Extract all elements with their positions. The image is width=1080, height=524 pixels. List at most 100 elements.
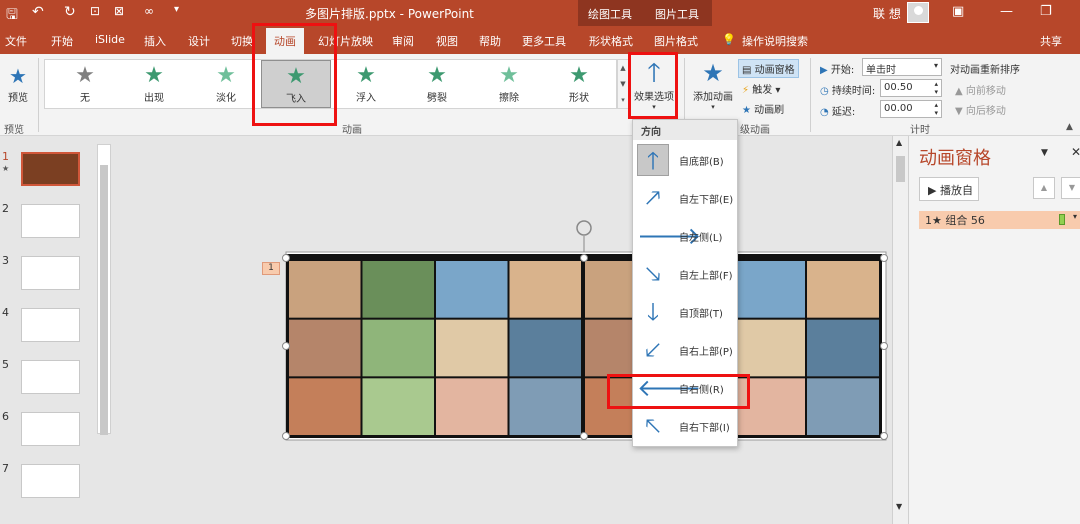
tab-shape-format[interactable]: 形状格式 — [589, 33, 633, 49]
chart-icon[interactable]: ⊠ — [114, 4, 124, 18]
close-icon[interactable]: ✕ — [1071, 145, 1080, 159]
customize-toolbar-icon[interactable]: ▾ — [174, 4, 179, 15]
add-animation-label: 添加动画 — [693, 92, 733, 103]
tab-more-tools[interactable]: 更多工具 — [522, 33, 566, 49]
pane-options-icon[interactable]: ▼ — [1041, 148, 1048, 158]
tab-help[interactable]: 帮助 — [479, 33, 501, 49]
play-from-button[interactable]: ▶ 播放自 — [919, 177, 979, 201]
undo-icon[interactable]: ↶ — [32, 4, 44, 20]
effect-options-button[interactable]: 🡑 效果选项 ▾ — [632, 58, 676, 111]
painter-star-icon: ★ — [742, 105, 751, 116]
resize-handle[interactable] — [282, 342, 290, 350]
tab-transitions[interactable]: 切换 — [231, 33, 253, 49]
animation-effect-7[interactable]: ★ 形状 — [544, 60, 614, 108]
gallery-scroll[interactable]: ▲ ▼ ▾ — [617, 59, 629, 109]
animation-effect-4[interactable]: ★ 浮入 — [331, 60, 401, 108]
canvas-scrollbar[interactable]: ▲ ▼ — [892, 136, 908, 524]
animation-effect-3[interactable]: ★ 飞入 — [261, 60, 331, 108]
slideshow-icon[interactable]: ⊡ — [90, 4, 100, 18]
resize-handle[interactable] — [282, 432, 290, 440]
animation-effect-2[interactable]: ★ 淡化 — [191, 60, 261, 108]
restore-icon[interactable]: ❐ — [1040, 4, 1052, 19]
thumbnail-scrollbar[interactable] — [97, 144, 111, 435]
preview-button[interactable]: ★ 预览 — [3, 60, 33, 104]
direction-option-0[interactable]: 🡑 自底部(B) — [633, 141, 737, 179]
share-button[interactable]: 共享 — [1040, 33, 1062, 49]
document-title: 多图片排版.pptx - PowerPoint — [305, 7, 474, 21]
move-later-button[interactable]: ▼ 向后移动 — [955, 102, 1006, 117]
user-avatar[interactable] — [907, 2, 929, 23]
direction-option-7[interactable]: 🡔 自右下部(I) — [633, 407, 737, 445]
redo-icon[interactable]: ↻ — [64, 4, 76, 20]
tab-view[interactable]: 视图 — [436, 33, 458, 49]
minimize-icon[interactable]: — — [1000, 4, 1013, 19]
chevron-down-icon[interactable]: ▾ — [1073, 212, 1077, 221]
move-up-button[interactable]: ▲ — [1033, 177, 1055, 199]
move-earlier-button[interactable]: ▲ 向前移动 — [955, 82, 1006, 97]
effect-options-label: 效果选项 — [634, 92, 674, 103]
slide-number: 4 — [2, 306, 9, 319]
animation-effect-5[interactable]: ★ 劈裂 — [402, 60, 472, 108]
add-animation-button[interactable]: ★ 添加动画 ▾ — [690, 58, 736, 111]
tab-insert[interactable]: 插入 — [144, 33, 166, 49]
tell-me-search[interactable]: 操作说明搜索 — [742, 33, 808, 49]
animation-order-tag[interactable]: 1 — [262, 262, 280, 275]
effect-label: 淡化 — [216, 93, 236, 104]
save-icon[interactable]: 🖫 — [6, 4, 18, 28]
resize-handle[interactable] — [580, 432, 588, 440]
direction-label: 自顶部(T) — [679, 309, 723, 320]
direction-option-3[interactable]: 🡖 自左上部(F) — [633, 255, 737, 293]
resize-handle[interactable] — [880, 432, 888, 440]
animation-effect-0[interactable]: ★ 无 — [50, 60, 120, 108]
delay-input[interactable]: 00.00 ▴ ▾ — [880, 100, 942, 118]
tab-animations[interactable]: 动画 — [266, 28, 304, 54]
tab-picture-format[interactable]: 图片格式 — [654, 33, 698, 49]
animation-painter-button[interactable]: ★ 动画刷 — [742, 101, 784, 116]
start-select[interactable]: 单击时 ▾ — [862, 58, 942, 76]
ribbon-display-icon[interactable]: ▣ — [952, 4, 964, 19]
tab-islide[interactable]: iSlide — [95, 33, 125, 46]
effect-options-menu: 方向 🡑 自底部(B) 🡕 自左下部(E) 🡒 自左侧(L) 🡖 自左上部(F) 🡓 自顶部(T)… — [632, 119, 738, 447]
collage-photo — [436, 378, 508, 435]
user-name[interactable]: 联 想 — [873, 5, 901, 22]
slide-thumbnail[interactable] — [21, 412, 80, 446]
collage-photo — [509, 261, 581, 318]
trigger-button[interactable]: ⚡ 触发 ▾ — [742, 81, 780, 96]
direction-option-1[interactable]: 🡕 自左下部(E) — [633, 179, 737, 217]
animation-group-label: 动画 — [342, 125, 362, 136]
resize-handle[interactable] — [580, 254, 588, 262]
slide-thumbnail[interactable] — [21, 256, 80, 290]
collapse-ribbon-icon[interactable]: ▲ — [1066, 122, 1073, 132]
spin-icon[interactable]: ▴ ▾ — [934, 101, 938, 117]
effect-label: 形状 — [569, 93, 589, 104]
slide-thumbnail[interactable] — [21, 464, 80, 498]
tab-design[interactable]: 设计 — [188, 33, 210, 49]
spin-icon[interactable]: ▴ ▾ — [934, 80, 938, 96]
tab-file[interactable]: 文件 — [5, 33, 27, 49]
slide-group-graphic[interactable] — [112, 136, 892, 524]
duration-label-text: 持续时间: — [831, 86, 876, 97]
preview-label: 预览 — [8, 93, 28, 104]
tab-home[interactable]: 开始 — [51, 33, 73, 49]
direction-option-5[interactable]: 🡗 自右上部(P) — [633, 331, 737, 369]
slide-thumbnail[interactable] — [21, 360, 80, 394]
effect-star-icon: ★ — [427, 63, 447, 88]
direction-option-2[interactable]: 🡒 自左侧(L) — [633, 217, 737, 255]
slide-thumbnail[interactable] — [21, 204, 80, 238]
animation-effect-6[interactable]: ★ 擦除 — [474, 60, 544, 108]
animation-effect-1[interactable]: ★ 出现 — [119, 60, 189, 108]
slide-thumbnail[interactable] — [21, 308, 80, 342]
slide-thumbnail[interactable] — [21, 152, 80, 186]
duration-input[interactable]: 00.50 ▴ ▾ — [880, 79, 942, 97]
animation-pane-button[interactable]: ▤ 动画窗格 — [738, 59, 799, 78]
resize-handle[interactable] — [282, 254, 290, 262]
direction-option-4[interactable]: 🡓 自顶部(T) — [633, 293, 737, 331]
tab-slideshow[interactable]: 幻灯片放映 — [318, 33, 373, 49]
link-icon[interactable]: ∞ — [144, 4, 154, 18]
direction-option-6[interactable]: 🡐 自右侧(R) — [633, 369, 737, 407]
move-down-button[interactable]: ▼ — [1061, 177, 1080, 199]
resize-handle[interactable] — [880, 254, 888, 262]
animation-list-item[interactable]: 1★ 组合 56 ▾ — [919, 211, 1080, 229]
tab-review[interactable]: 审阅 — [392, 33, 414, 49]
resize-handle[interactable] — [880, 342, 888, 350]
